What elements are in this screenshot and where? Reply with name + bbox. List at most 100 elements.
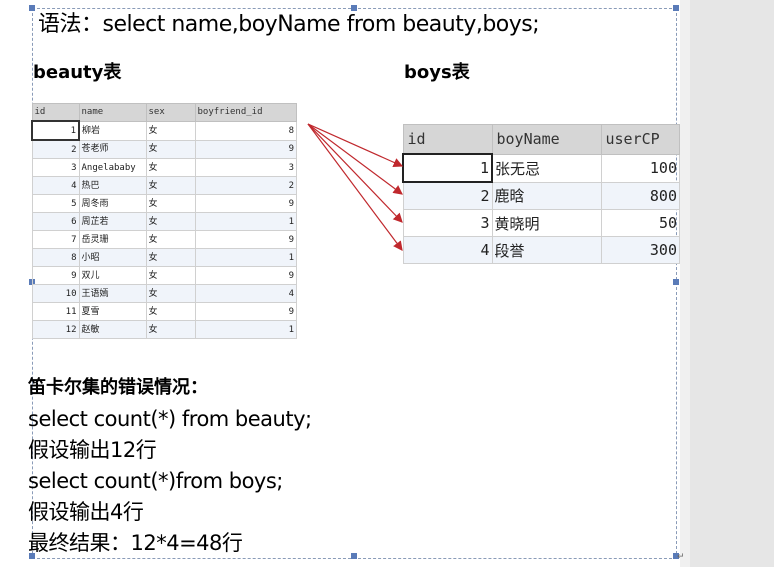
table-cell: 3: [194, 158, 297, 177]
table-cell: 热巴: [78, 176, 147, 195]
table-cell: 苍老师: [78, 139, 147, 159]
table-cell: 6: [31, 212, 80, 231]
table-cell: 9: [194, 266, 297, 285]
note-line: select count(*) from beauty;: [28, 407, 312, 431]
table-cell: 3: [31, 158, 80, 177]
beauty-col-name: name: [78, 103, 147, 122]
table-cell: 黄晓明: [491, 209, 602, 237]
resize-handle-top-left[interactable]: [29, 5, 35, 11]
table-cell: 300: [600, 236, 680, 264]
resize-handle-bottom-center[interactable]: [351, 553, 357, 559]
beauty-col-sex: sex: [145, 103, 196, 122]
table-cell: 女: [145, 176, 196, 195]
table-cell: 1: [194, 212, 297, 231]
table-cell: 岳灵珊: [78, 230, 147, 249]
table-row: 1 柳岩 女 8: [31, 120, 297, 141]
table-cell: 9: [194, 302, 297, 321]
table-cell: 张无忌: [491, 153, 602, 183]
table-cell: 女: [145, 284, 196, 303]
notes-heading: 笛卡尔集的错误情况：: [28, 377, 208, 398]
table-row: 10 王语嫣 女 4: [31, 284, 297, 303]
table-row: 11 夏雪 女 9: [31, 302, 297, 321]
table-row: 2 苍老师 女 9: [31, 139, 297, 159]
table-cell: 女: [145, 120, 196, 141]
beauty-col-boyfriend-id: boyfriend_id: [194, 103, 297, 122]
table-cell: 12: [31, 320, 80, 339]
table-cell: 4: [31, 176, 80, 195]
table-row: 6 周芷若 女 1: [31, 212, 297, 231]
table-cell: 周芷若: [78, 212, 147, 231]
note-line: 假设输出4行: [28, 500, 144, 524]
table-cell[interactable]: 1: [31, 120, 80, 141]
table-cell: 800: [600, 181, 680, 210]
table-row: 4 段誉 300: [402, 236, 680, 264]
table-cell: 女: [145, 230, 196, 249]
table-row: 5 周冬雨 女 9: [31, 194, 297, 213]
table-cell: 柳岩: [78, 120, 147, 141]
table-row: 4 热巴 女 2: [31, 176, 297, 195]
table-cell: 女: [145, 139, 196, 159]
table-cell: 10: [31, 284, 80, 303]
table-row: 3 Angelababy 女 3: [31, 158, 297, 177]
table-row: 1 张无忌 100: [402, 153, 680, 183]
table-cell: 2: [194, 176, 297, 195]
boys-col-id: id: [402, 124, 493, 155]
table-cell: 3: [402, 209, 493, 237]
table-cell: 双儿: [78, 266, 147, 285]
table-cell: 8: [31, 248, 80, 267]
table-cell: 赵敏: [78, 320, 147, 339]
cartesian-notes: 笛卡尔集的错误情况： select count(*) from beauty; …: [28, 372, 312, 559]
table-cell: 女: [145, 302, 196, 321]
table-cell: 2: [31, 139, 80, 159]
table-cell: 9: [31, 266, 80, 285]
table-cell: 周冬雨: [78, 194, 147, 213]
table-cell: 女: [145, 194, 196, 213]
table-cell: 女: [145, 320, 196, 339]
boys-header-row: id boyName userCP: [402, 124, 680, 155]
table-row: 8 小昭 女 1: [31, 248, 297, 267]
table-cell: 100: [600, 153, 680, 183]
boys-table-label: boys表: [404, 62, 470, 83]
table-cell: 女: [145, 158, 196, 177]
table-cell: 8: [194, 120, 297, 141]
table-cell: 50: [600, 209, 680, 237]
paragraph-mark-icon: ↵: [677, 552, 685, 562]
table-cell: 女: [145, 212, 196, 231]
table-cell: 9: [194, 194, 297, 213]
table-cell: 9: [194, 139, 297, 159]
table-cell: 夏雪: [78, 302, 147, 321]
table-row: 2 鹿晗 800: [402, 181, 680, 210]
syntax-title: 语法：select name,boyName from beauty,boys;: [38, 12, 540, 37]
table-row: 7 岳灵珊 女 9: [31, 230, 297, 249]
beauty-table: id name sex boyfriend_id 1 柳岩 女 8 2 苍老师 …: [31, 103, 297, 339]
table-cell: 女: [145, 266, 196, 285]
table-cell: 女: [145, 248, 196, 267]
resize-handle-top-right[interactable]: [673, 5, 679, 11]
table-row: 9 双儿 女 9: [31, 266, 297, 285]
table-cell: 1: [194, 248, 297, 267]
table-cell: 4: [194, 284, 297, 303]
beauty-col-id: id: [31, 103, 80, 122]
beauty-header-row: id name sex boyfriend_id: [31, 103, 297, 122]
table-cell: 5: [31, 194, 80, 213]
table-cell: Angelababy: [78, 158, 147, 177]
table-cell: 2: [402, 181, 493, 210]
table-cell: 9: [194, 230, 297, 249]
note-line: select count(*)from boys;: [28, 469, 283, 493]
boys-col-usercp: userCP: [600, 124, 680, 155]
table-row: 12 赵敏 女 1: [31, 320, 297, 339]
beauty-table-label: beauty表: [33, 62, 122, 83]
note-line: 假设输出12行: [28, 438, 157, 462]
table-cell: 王语嫣: [78, 284, 147, 303]
table-row: 3 黄晓明 50: [402, 209, 680, 237]
table-cell: 4: [402, 236, 493, 264]
table-cell: 7: [31, 230, 80, 249]
boys-col-boyname: boyName: [491, 124, 602, 155]
table-cell: 1: [194, 320, 297, 339]
table-cell: 11: [31, 302, 80, 321]
table-cell[interactable]: 1: [402, 153, 493, 183]
boys-table: id boyName userCP 1 张无忌 100 2 鹿晗 800 3 黄…: [402, 124, 680, 264]
resize-handle-middle-right[interactable]: [673, 279, 679, 285]
editor-background: [690, 0, 774, 567]
table-cell: 鹿晗: [491, 181, 602, 210]
